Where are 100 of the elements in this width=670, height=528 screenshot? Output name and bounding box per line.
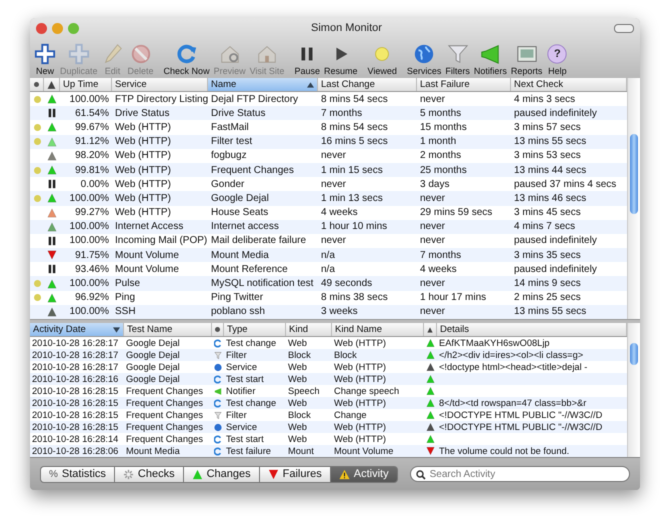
view-tab[interactable]: Checks [114,466,183,482]
table-cell-text: Drive Status [210,106,266,120]
table-cell: <!doctype html><head><title>dejal - [439,362,588,372]
table-cell-text: Web (HTTP) [333,373,387,385]
table-cell-text: 13 mins 55 secs [513,135,588,149]
table-cell-text: Mail deliberate failure [210,234,308,248]
column-header[interactable]: Activity Date [30,323,124,336]
table-cell-text: 100.00% [68,234,110,248]
search-icon [416,470,426,480]
table-cell-text: 1 hour 17 mins [419,291,488,305]
table-cell-text: paused indefinitely [513,234,598,248]
table-cell-text: 4 mins 3 secs [513,92,576,106]
table-cell-text: Mount Media [125,445,181,457]
megaphone-icon [479,43,502,65]
column-header[interactable]: Type [224,323,286,336]
toolbar-button[interactable]: Pause [292,43,322,76]
toolbar-button[interactable]: Notifiers [472,43,509,76]
search-field[interactable]: Search Activity [410,466,630,482]
toolbar-button[interactable]: Viewed [365,43,399,76]
table-cell-text: Web (HTTP) [114,164,172,178]
table-cell-text: never [419,305,446,319]
table-cell-text: 1 min 15 secs [320,164,384,178]
table-cell-text: 8 mins 54 secs [320,120,389,135]
refresh-icon [176,43,198,65]
table-cell-text: Web (HTTP) [114,206,172,220]
table-cell-text: 5 months [419,106,462,120]
table-cell-text: 100.00% [68,305,110,319]
table-cell-text: 2010-10-28 16:28:17 [31,361,120,373]
toolbar-button[interactable]: Reports [508,43,544,76]
table-cell-text: never [320,234,348,248]
window-title: Simon Monitor [311,22,382,34]
view-tab[interactable]: % Statistics [40,466,114,482]
table-cell-text: 16 mins 5 secs [320,135,389,149]
triangle-icon [427,324,433,334]
table-cell-text: 2 months [419,149,462,163]
column-header[interactable]: Name [208,78,318,91]
table-cell-text: Web (HTTP) [333,397,387,409]
toolbar-button[interactable]: Resume [322,43,360,76]
toolbar-button[interactable]: Services [404,43,444,76]
toolbar-button[interactable]: New [32,43,58,76]
table-cell-text: 99.81% [74,164,110,178]
table-cell-text: Web [287,361,308,373]
table-cell-text: Google Dejal [210,192,270,206]
table-cell-text: 2010-10-28 16:28:15 [31,385,120,397]
column-header[interactable]: Last Failure [417,78,511,91]
table-cell-text: Mount Volume [333,445,394,457]
scrollbar[interactable] [627,78,640,319]
table-cell-text: Web [287,397,308,409]
toolbar-button[interactable]: ? Help [544,43,570,76]
table-cell-text: 2010-10-28 16:28:15 [31,409,120,421]
column-header[interactable]: Up Time [60,78,112,91]
table-cell-text: Test change [225,337,278,349]
table-cell-text: Frequent Changes [125,385,204,397]
table-cell-text: Frequent Changes [210,164,295,178]
view-tab[interactable]: Changes [182,466,259,482]
prohibited-icon [130,43,152,65]
table-cell-text: Drive Status [114,106,170,120]
column-header[interactable] [424,323,437,336]
column-header[interactable]: Kind [286,323,332,336]
triangle-up-icon [192,468,203,480]
toolbar-toggle-button[interactable] [614,24,634,32]
table-cell-text: 4 weeks [419,262,458,276]
table-cell-text: never [419,220,446,234]
table-cell-text: 61.54% [74,106,110,120]
table-cell-text: 2 mins 25 secs [513,291,582,305]
table-cell-text: n/a [320,248,336,262]
table-cell-text: Google Dejal [125,349,181,361]
table-cell-text: 7 months [419,248,462,262]
table-cell-text: 100.00% [68,92,110,106]
table-cell-text: 14 mins 9 secs [513,277,582,291]
view-tab[interactable]: Failures [258,466,330,482]
table-cell-text: Web (HTTP) [333,433,387,445]
table-cell: The volume could not be found. [439,446,570,456]
table-cell-text: Internet access [210,220,280,234]
toolbar-button[interactable]: Filters [443,43,472,76]
column-header[interactable]: Kind Name [332,323,424,336]
table-cell-text: Internet Access [114,220,184,234]
close-button[interactable] [36,22,47,34]
table-cell-text: 13 mins 55 secs [513,305,588,319]
table-cell-text: Mount Reference [210,262,289,276]
scrollbar[interactable] [627,323,640,457]
column-header[interactable]: Test Name [124,323,212,336]
table-cell-text: MySQL notification test [210,277,314,291]
table-cell-text: 8 mins 54 secs [320,92,389,106]
table-cell-text: Filter test [210,135,254,149]
table-cell-text: Filter [225,349,248,361]
dot-icon [215,327,220,332]
table-cell-text: n/a [320,262,336,276]
plus-icon [34,43,56,65]
table-cell-text: Filter [225,409,248,421]
table-cell-text: 96.92% [74,291,110,305]
table-cell-text: Google Dejal [125,361,181,373]
table-cell-text: Test failure [225,445,272,457]
globe-icon [413,43,436,65]
view-tab[interactable]: Activity [330,466,398,482]
column-header[interactable]: Last Change [318,78,417,91]
toolbar-button[interactable]: Check Now [162,43,212,76]
table-cell-text: 1 month [419,135,458,149]
table-cell-text: 1 min 13 secs [320,192,384,206]
help-icon: ? [546,43,568,65]
